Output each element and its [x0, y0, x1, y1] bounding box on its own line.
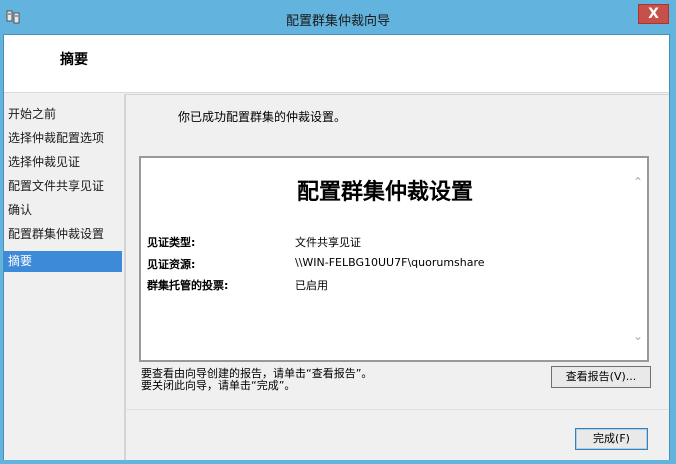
nav-item-before-you-begin[interactable]: 开始之前	[4, 104, 122, 125]
witness-resource-label: 见证资源:	[147, 258, 196, 271]
nav-item-file-share-witness[interactable]: 配置文件共享见证	[4, 176, 122, 197]
close-button[interactable]: X	[638, 4, 669, 24]
report-viewer[interactable]: 配置群集仲裁设置 见证类型: 文件共享见证 见证资源: \\WIN-FELBG1…	[139, 156, 649, 362]
page-header: 摘要	[4, 35, 669, 93]
finish-button[interactable]: 完成(F)	[575, 428, 648, 450]
wizard-step-list: 开始之前 选择仲裁配置选项 选择仲裁见证 配置文件共享见证 确认 配置群集仲裁设…	[4, 94, 124, 460]
nav-item-configure-quorum[interactable]: 配置群集仲裁设置	[4, 224, 122, 245]
client-area: 摘要 开始之前 选择仲裁配置选项 选择仲裁见证 配置文件共享见证 确认 配置群集…	[3, 34, 670, 460]
witness-resource-value: \\WIN-FELBG10UU7F\quorumshare	[295, 256, 485, 269]
wizard-window: 配置群集仲裁向导 X 摘要 开始之前 选择仲裁配置选项 选择仲裁见证 配置文件共…	[0, 0, 676, 464]
witness-type-label: 见证类型:	[147, 236, 196, 249]
cluster-votes-label: 群集托管的投票:	[147, 279, 229, 292]
report-title: 配置群集仲裁设置	[296, 180, 473, 205]
success-message: 你已成功配置群集的仲裁设置。	[178, 110, 347, 124]
witness-type-value: 文件共享见证	[295, 236, 361, 249]
close-wizard-hint: 要关闭此向导，请单击“完成”。	[141, 379, 296, 392]
scroll-up-arrow-icon[interactable]: ⌃	[632, 176, 644, 188]
button-area-divider	[126, 409, 669, 410]
main-panel: 你已成功配置群集的仲裁设置。 配置群集仲裁设置 见证类型: 文件共享见证 见证资…	[126, 94, 669, 460]
page-title: 摘要	[60, 52, 88, 68]
nav-item-summary[interactable]: 摘要	[4, 251, 122, 272]
nav-item-quorum-option[interactable]: 选择仲裁配置选项	[4, 128, 122, 149]
instructions-text: 要查看由向导创建的报告，请单击“查看报告”。 要关闭此向导，请单击“完成”。	[141, 368, 372, 392]
nav-item-quorum-witness[interactable]: 选择仲裁见证	[4, 152, 122, 173]
main-top-divider	[126, 94, 669, 95]
window-title: 配置群集仲裁向导	[285, 14, 390, 29]
cluster-votes-value: 已启用	[295, 279, 328, 292]
title-bar[interactable]: 配置群集仲裁向导 X	[0, 0, 676, 34]
view-report-button[interactable]: 查看报告(V)...	[551, 366, 651, 388]
scroll-down-arrow-icon[interactable]: ⌄	[632, 330, 644, 342]
nav-item-confirmation[interactable]: 确认	[4, 200, 122, 221]
